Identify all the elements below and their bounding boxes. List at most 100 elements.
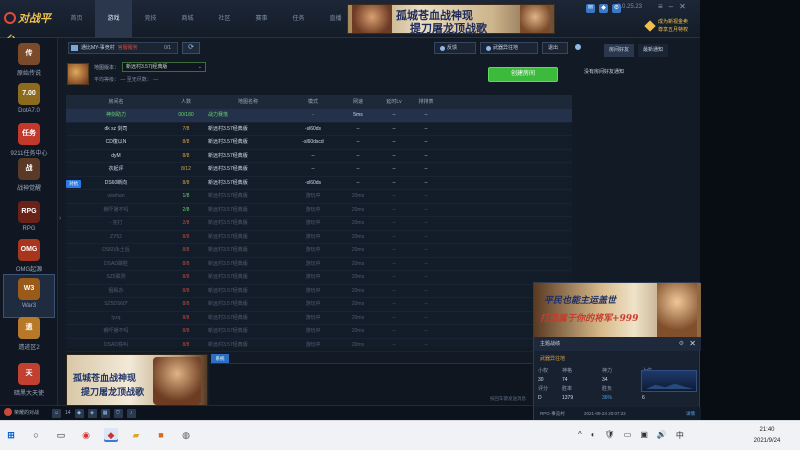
- top-ad-banner[interactable]: 孤城苍血战神现 提刀屠龙顶战歌: [347, 4, 555, 34]
- mail-icon[interactable]: ✉: [586, 4, 595, 13]
- current-user[interactable]: 荣耀的对战: [4, 408, 39, 419]
- create-room-button[interactable]: 创建房间: [488, 67, 558, 82]
- room-selector[interactable]: 通比MY-事竞村 官服服务 0/1: [68, 42, 178, 54]
- table-row[interactable]: dk sz 剑司 7/8 新远村3.57经典版 -sl60ds -- -- --: [66, 123, 572, 136]
- table-row[interactable]: SZ5联则 8/8 新远村3.57经典版 游玩中 20ms -- --: [66, 271, 572, 285]
- volume-icon[interactable]: 🔊: [657, 430, 667, 441]
- popup-link[interactable]: 武器异往地: [540, 355, 565, 362]
- table-row[interactable]: CD復以N 8/8 新远村3.57经典版 -sl60dscd -- -- --: [66, 136, 572, 150]
- column-header[interactable]: 延时Lv: [378, 95, 410, 109]
- game-thumbnail: [67, 63, 89, 85]
- windows-start-icon[interactable]: ⊞: [4, 428, 18, 442]
- table-row[interactable]: viavhan 1/8 新远村3.57经典版 游玩中 20ms -- --: [66, 190, 572, 204]
- table-row[interactable]: DSAD聊胜 8/8 新远村3.57经典版 游玩中 20ms -- --: [66, 258, 572, 271]
- weapon-button[interactable]: 武器异往地: [480, 42, 538, 54]
- table-row[interactable]: 朝吓播不吗 8/8 新远村3.57经典版 游玩中 20ms -- --: [66, 325, 572, 339]
- chat-tab-system[interactable]: 系统: [211, 354, 229, 363]
- screen: 对战平台 首页游戏竞技商城社区赛事任务直播 孤城苍血战神现 提刀屠龙顶战歌 ✉ …: [0, 0, 800, 450]
- sidebar-item-0[interactable]: 传原始传说: [3, 40, 55, 84]
- grid-icon[interactable]: ▦: [100, 409, 110, 418]
- sidebar-item-6[interactable]: W3 War3: [3, 274, 55, 318]
- column-header[interactable]: 网速: [338, 95, 378, 109]
- vip-promo[interactable]: 成为新视金卖 尊享五月特权: [644, 19, 698, 35]
- game-icon: OMG: [18, 239, 40, 261]
- nav-item-3[interactable]: 商城: [169, 0, 206, 38]
- input-method-icon[interactable]: 中: [676, 430, 684, 441]
- tab-room-friends[interactable]: 房间好友: [604, 44, 635, 57]
- nav-item-4[interactable]: 社区: [206, 0, 243, 38]
- task-view-icon[interactable]: ▭: [54, 428, 68, 442]
- table-row[interactable]: 对抗 DS60断向 8/8 新远村3.57经典版 -sl60ds -- -- --: [66, 177, 572, 190]
- folder-icon[interactable]: ▰: [129, 428, 143, 442]
- table-row[interactable]: DS60永土后 8/8 新远村3.57经典版 游玩中 20ms -- --: [66, 244, 572, 258]
- column-header[interactable]: 模式: [288, 95, 338, 109]
- windows-taskbar: ⊞ ○ ▭ ◉ ◆ ▰ ■ ◍ ^ ◐ 🛡 ▭ ▣ 🔊 中 21:40 2021/9/24: [0, 420, 800, 450]
- shield-icon[interactable]: ⛉: [113, 409, 123, 418]
- table-cell: --: [356, 125, 360, 132]
- friends-icon[interactable]: ☺: [52, 409, 61, 418]
- table-cell: --: [392, 179, 396, 186]
- security-icon[interactable]: 🛡: [605, 430, 615, 441]
- sidebar-toggle-icon[interactable]: [575, 44, 581, 50]
- nav-item-2[interactable]: 竞技: [132, 0, 169, 38]
- exit-button[interactable]: 退出: [542, 42, 568, 54]
- table-row[interactable]: ZY52 8/8 新远村3.57经典版 游玩中 20ms -- --: [66, 231, 572, 244]
- nav-item-5[interactable]: 赛事: [243, 0, 280, 38]
- browser-icon[interactable]: ◍: [179, 428, 193, 442]
- table-row[interactable]: lyzq 8/8 新远村3.57经典版 游玩中 20ms -- --: [66, 312, 572, 325]
- column-header[interactable]: 地图名称: [206, 95, 288, 109]
- network-icon[interactable]: ◐: [591, 430, 596, 441]
- nav-item-1[interactable]: 游戏: [95, 0, 132, 38]
- sidebar-item-7[interactable]: 遗遗迹区2: [3, 314, 55, 358]
- table-row[interactable]: 阻殿办 8/8 新远村3.57经典版 游玩中 20ms -- --: [66, 285, 572, 298]
- column-header[interactable]: 人数: [166, 95, 206, 109]
- table-row[interactable]: SZ5DS60* 8/8 新远村3.57经典版 游玩中 20ms -- --: [66, 298, 572, 312]
- sidebar-item-8[interactable]: 天暗黑大天使: [3, 360, 55, 404]
- show-hidden-icon[interactable]: ^: [578, 430, 582, 441]
- chat-area[interactable]: [210, 363, 532, 405]
- close-icon[interactable]: ✕: [679, 2, 686, 11]
- nav-item-0[interactable]: 首页: [58, 0, 95, 38]
- music-icon[interactable]: ♪: [126, 409, 136, 418]
- column-header[interactable]: 排排表: [410, 95, 442, 109]
- display-icon[interactable]: ▭: [624, 430, 632, 441]
- game-platform-icon[interactable]: ◆: [104, 428, 118, 442]
- table-row[interactable]: 朝吓播不吗 2/8 新远村3.57经典版 游玩中 20ms -- --: [66, 204, 572, 217]
- search-icon[interactable]: ○: [29, 428, 43, 442]
- table-cell: 8/8: [182, 287, 190, 294]
- tab-notifications[interactable]: 最新通知: [638, 44, 669, 57]
- nav-item-6[interactable]: 任务: [280, 0, 317, 38]
- column-header[interactable]: 房间名: [66, 95, 166, 109]
- table-row[interactable]: DSAD铁叫 8/8 新远村3.57经典版 游玩中 20ms -- --: [66, 339, 572, 352]
- table-row[interactable]: 衣起评 8/12 新远村3.57经典版 -- -- -- --: [66, 163, 572, 177]
- popup-mini-map: [641, 370, 697, 392]
- diamond-icon[interactable]: ◆: [74, 409, 84, 418]
- table-cell: SZ5DS60*: [104, 301, 128, 307]
- sidebar-item-3[interactable]: 战战神觉醒: [3, 155, 55, 199]
- close-icon[interactable]: ✕: [689, 337, 696, 351]
- table-cell: 8/12: [181, 166, 191, 172]
- map-version-select[interactable]: 新远村3.57(经典版 ⌄: [122, 62, 206, 72]
- gift-icon[interactable]: ◆: [599, 4, 608, 13]
- table-row[interactable]: 神剑助力 00/180 战力赛落 - 5ms -- --: [66, 109, 572, 123]
- feedback-button[interactable]: 反馈: [434, 42, 476, 54]
- chrome-icon[interactable]: ◉: [79, 428, 93, 442]
- taskbar-clock[interactable]: 21:40 2021/9/24: [742, 425, 792, 447]
- table-row[interactable]: - 完打 2/8 新远村3.57经典版 游玩中 20ms -- --: [66, 217, 572, 231]
- table-row[interactable]: dyM 8/8 新远村3.57经典版 -- -- -- --: [66, 150, 572, 163]
- menu-icon[interactable]: ≡: [658, 2, 663, 11]
- sidebar-item-1[interactable]: 7.00 DotA7.0: [3, 80, 55, 124]
- table-body: 神剑助力 00/180 战力赛落 - 5ms -- -- dk sz 剑司 7/8 新远村3.57…: [66, 109, 572, 352]
- app-icon[interactable]: ■: [154, 428, 168, 442]
- popup-ad-image[interactable]: 平民也能主运盖世 打造属于你的将军+999: [534, 283, 701, 337]
- game-icon: W3: [18, 278, 40, 300]
- refresh-button[interactable]: ⟳: [182, 42, 200, 54]
- table-collapse-handle[interactable]: ›: [59, 110, 65, 350]
- table-cell: 衣起评: [108, 166, 124, 172]
- group-icon[interactable]: ◈: [87, 409, 97, 418]
- settings-icon[interactable]: ⚙: [679, 337, 684, 351]
- battery-icon[interactable]: ▣: [640, 430, 648, 441]
- minimize-icon[interactable]: –: [669, 2, 673, 11]
- bottom-ad-banner[interactable]: 孤城苍血战神现 提刀屠龙顶战歌: [66, 354, 208, 406]
- details-link[interactable]: 详情: [686, 407, 695, 421]
